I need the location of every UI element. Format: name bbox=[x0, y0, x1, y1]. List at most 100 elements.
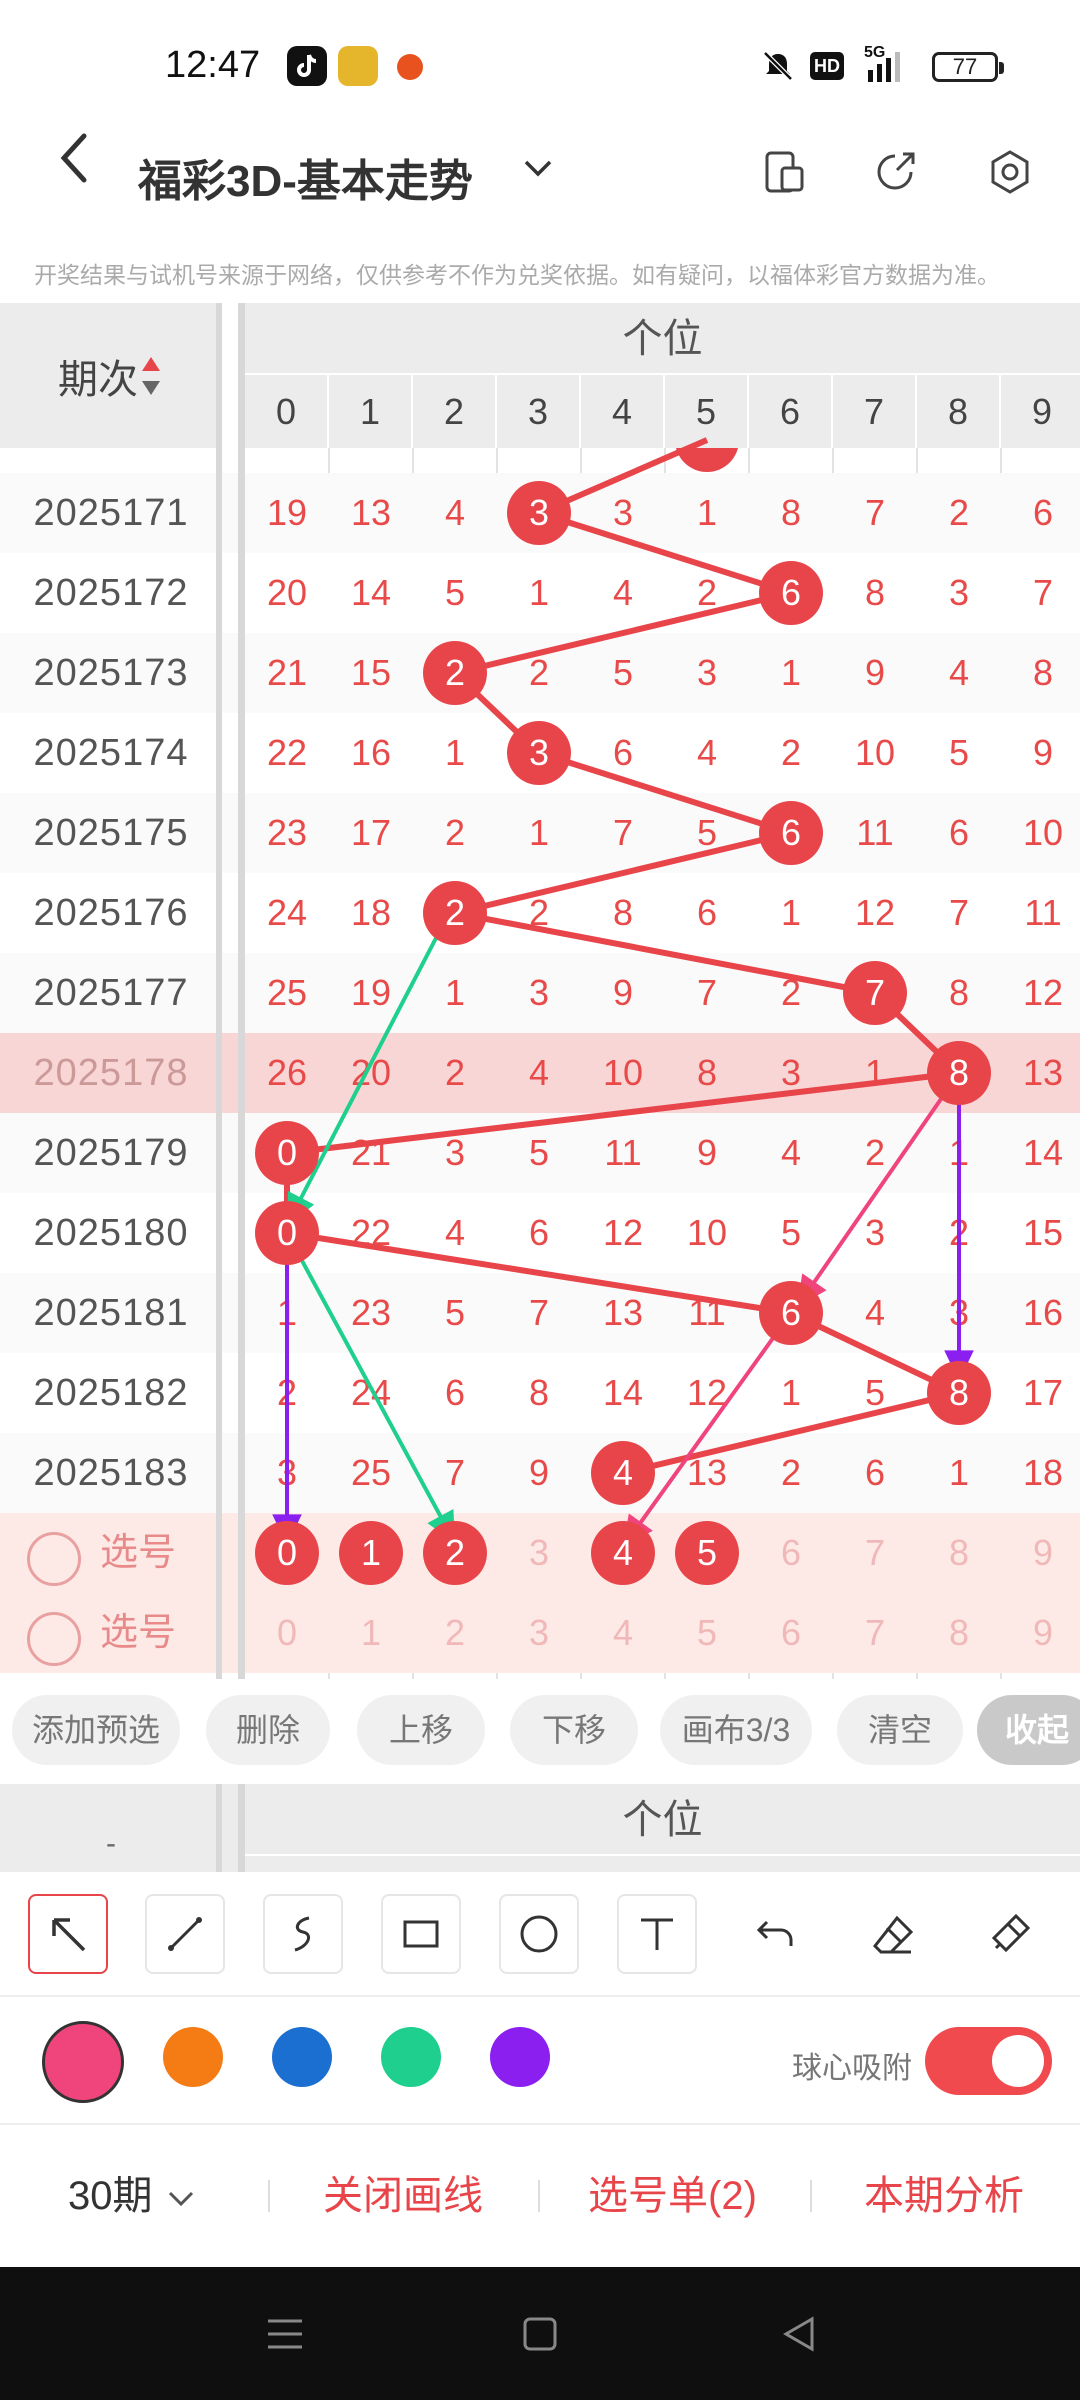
snap-to-center-label: 球心吸附 bbox=[792, 2052, 912, 2085]
trend-line bbox=[286, 1070, 960, 1156]
chevron-down-icon bbox=[168, 2192, 193, 2207]
collapse-button[interactable]: 收起 bbox=[977, 1695, 1080, 1765]
back-nav-button[interactable] bbox=[776, 2311, 822, 2362]
back-triangle-icon bbox=[782, 2316, 814, 2352]
hit-ball[interactable]: 6 bbox=[759, 561, 823, 625]
clear-brush-icon bbox=[991, 1913, 1031, 1953]
share-button[interactable] bbox=[867, 144, 923, 200]
action-bar: 添加预选 删除 上移 下移 画布3/3 清空 收起 bbox=[0, 1679, 1080, 1784]
disclaimer-text: 开奖结果与试机号来源于网络，仅供参考不作为兑奖依据。如有疑问，以福体彩官方数据为… bbox=[34, 262, 1000, 288]
secondary-divider bbox=[216, 1784, 222, 1872]
selected-pick-ball[interactable]: 0 bbox=[255, 1521, 319, 1585]
menu-nav-button[interactable] bbox=[262, 2311, 308, 2362]
clear-brush-button[interactable] bbox=[970, 1894, 1050, 1974]
signal-icon: 5G bbox=[862, 44, 916, 91]
period-count-label: 30期 bbox=[68, 2174, 153, 2218]
bottom-divider bbox=[538, 2180, 540, 2212]
secondary-divider bbox=[238, 1784, 245, 1872]
selected-pick-ball[interactable]: 5 bbox=[675, 1521, 739, 1585]
trend-line bbox=[538, 750, 792, 836]
mute-bell-icon bbox=[760, 48, 796, 89]
hit-ball[interactable]: 4 bbox=[591, 1441, 655, 1505]
hit-ball[interactable]: 2 bbox=[423, 881, 487, 945]
close-lines-button[interactable]: 关闭画线 bbox=[323, 2125, 483, 2267]
text-tool-icon bbox=[641, 1918, 673, 1950]
color-swatch-purple[interactable] bbox=[490, 2027, 550, 2087]
tiktok-icon bbox=[287, 46, 327, 86]
arrow-tool-icon bbox=[52, 1918, 86, 1952]
hit-ball[interactable]: 0 bbox=[255, 1121, 319, 1185]
color-palette bbox=[0, 1997, 1080, 2125]
hit-ball[interactable]: 0 bbox=[255, 1201, 319, 1265]
secondary-group-header: 个位 bbox=[245, 1784, 1080, 1856]
page-title[interactable]: 福彩3D-基本走势 bbox=[138, 145, 473, 209]
bottom-divider bbox=[810, 2180, 812, 2212]
rectangle-tool-button[interactable] bbox=[381, 1894, 461, 1974]
system-nav-bar bbox=[0, 2267, 1080, 2400]
circle-tool-button[interactable] bbox=[499, 1894, 579, 1974]
home-nav-button[interactable] bbox=[517, 2311, 563, 2362]
secondary-left-header: - bbox=[106, 1827, 116, 1860]
line-tool-button[interactable] bbox=[145, 1894, 225, 1974]
drawn-arrow-green bbox=[285, 1232, 457, 1544]
bottom-divider bbox=[268, 2180, 270, 2212]
hit-ball[interactable]: 6 bbox=[759, 1281, 823, 1345]
drawing-toolbar bbox=[0, 1872, 1080, 1997]
phone-layout-icon bbox=[765, 151, 804, 193]
hit-ball[interactable]: 7 bbox=[843, 961, 907, 1025]
selected-pick-ball[interactable]: 1 bbox=[339, 1521, 403, 1585]
period-analysis-button[interactable]: 本期分析 bbox=[864, 2125, 1024, 2267]
status-bar: 12:47 HD 5G 77 bbox=[0, 0, 1080, 130]
move-up-button[interactable]: 上移 bbox=[357, 1695, 485, 1765]
line-tool-icon bbox=[168, 1917, 202, 1951]
color-swatch-orange[interactable] bbox=[163, 2027, 223, 2087]
hit-ball[interactable]: 6 bbox=[759, 801, 823, 865]
hit-ball[interactable]: 2 bbox=[423, 641, 487, 705]
freehand-tool-button[interactable] bbox=[263, 1894, 343, 1974]
color-swatch-pink[interactable] bbox=[42, 2021, 124, 2103]
status-time: 12:47 bbox=[165, 44, 261, 86]
hit-ball[interactable]: 8 bbox=[927, 1041, 991, 1105]
trend-line bbox=[286, 1230, 792, 1316]
chevron-left-icon bbox=[60, 133, 87, 183]
share-arrow-icon bbox=[877, 152, 915, 190]
drawn-arrow-green bbox=[285, 912, 451, 1226]
network-label: 5G bbox=[864, 44, 886, 61]
undo-button[interactable] bbox=[735, 1894, 815, 1974]
toggle-knob bbox=[992, 2035, 1044, 2087]
phone-layout-button[interactable] bbox=[756, 144, 812, 200]
delete-button[interactable]: 删除 bbox=[206, 1695, 330, 1765]
settings-button[interactable] bbox=[982, 144, 1038, 200]
period-count-dropdown[interactable]: 30期 bbox=[68, 2125, 198, 2267]
undo-icon bbox=[756, 1920, 793, 1946]
selected-pick-ball[interactable]: 4 bbox=[591, 1521, 655, 1585]
title-dropdown-button[interactable] bbox=[520, 150, 556, 195]
settings-gear-icon bbox=[991, 150, 1029, 194]
orange-app-icon bbox=[397, 54, 423, 80]
selected-pick-ball[interactable]: 2 bbox=[423, 1521, 487, 1585]
trend-line bbox=[454, 830, 792, 916]
hit-ball[interactable]: 8 bbox=[927, 1361, 991, 1425]
trend-line bbox=[538, 510, 792, 596]
drawn-arrow-pink bbox=[795, 1071, 961, 1309]
hit-ball[interactable]: 3 bbox=[507, 721, 571, 785]
move-down-button[interactable]: 下移 bbox=[510, 1695, 638, 1765]
color-swatch-blue[interactable] bbox=[272, 2027, 332, 2087]
canvas-page-button[interactable]: 画布3/3 bbox=[660, 1695, 812, 1765]
text-tool-button[interactable] bbox=[617, 1894, 697, 1974]
snap-to-center-toggle[interactable] bbox=[925, 2027, 1052, 2095]
trend-line bbox=[454, 910, 876, 996]
pick-list-button[interactable]: 选号单(2) bbox=[588, 2125, 757, 2267]
clear-button[interactable]: 清空 bbox=[837, 1695, 963, 1765]
circle-tool-icon bbox=[520, 1915, 558, 1953]
battery-icon: 77 bbox=[932, 52, 1004, 82]
eraser-button[interactable] bbox=[853, 1894, 933, 1974]
trend-table[interactable]: 期次 个位 0123456789 2025171 19 13 4 3 1 8 7 2 6 20251… bbox=[0, 303, 1080, 1679]
drawn-arrow-pink bbox=[621, 1311, 793, 1549]
arrow-tool-button[interactable] bbox=[28, 1894, 108, 1974]
add-preselect-button[interactable]: 添加预选 bbox=[12, 1695, 180, 1765]
color-swatch-green[interactable] bbox=[381, 2027, 441, 2087]
back-button[interactable] bbox=[52, 128, 96, 201]
hit-ball[interactable]: 3 bbox=[507, 481, 571, 545]
freehand-tool-icon bbox=[294, 1916, 311, 1952]
